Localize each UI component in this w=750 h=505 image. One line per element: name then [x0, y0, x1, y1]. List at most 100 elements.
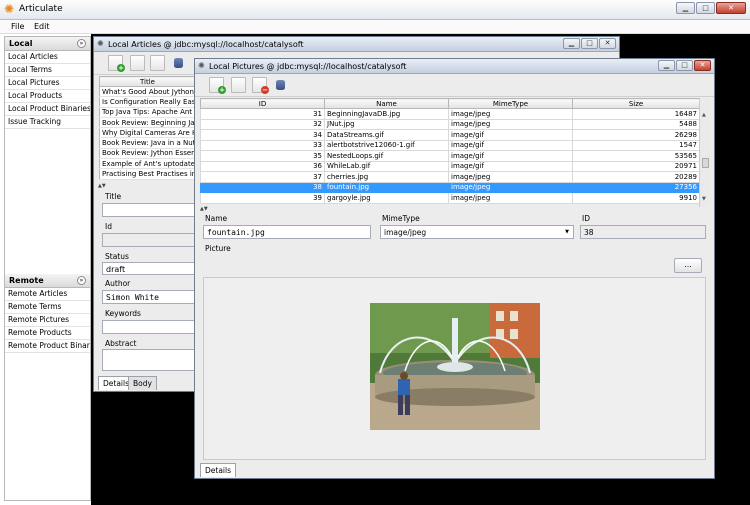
maximize-icon[interactable]: □ [581, 38, 598, 49]
table-row[interactable]: 31 BeginningJavaDB.jpg image/jpeg 16487 [200, 108, 700, 120]
table-row[interactable]: What's Good About Jython? [99, 86, 196, 98]
nav-item-local-product-binaries[interactable]: Local Product Binaries [5, 103, 90, 116]
keywords-field[interactable] [102, 320, 197, 334]
nav-item-local-products[interactable]: Local Products [5, 90, 90, 103]
cell-title: Top Java Tips: Apache Ant [99, 107, 196, 118]
table-row[interactable]: Practising Best Practises in Yo [99, 168, 196, 180]
database-icon[interactable] [171, 55, 186, 71]
abstract-field[interactable] [102, 349, 197, 371]
tab-body[interactable]: Body [128, 376, 157, 390]
table-scrollbar[interactable]: ▲ ▼ [699, 98, 710, 207]
table-row[interactable]: Is Configuration Really Easier [99, 96, 196, 108]
cell-title: Example of Ant's uptodate Ta [99, 158, 196, 170]
local-section-header[interactable]: Local » [5, 37, 90, 51]
label-status: Status [105, 252, 129, 261]
column-header-id[interactable]: ID [200, 98, 325, 109]
add-record-icon[interactable]: + [108, 55, 125, 72]
column-header-name[interactable]: Name [324, 98, 449, 109]
nav-item-local-pictures[interactable]: Local Pictures [5, 77, 90, 90]
document-icon[interactable] [231, 77, 246, 93]
table-row[interactable]: 37 cherries.jpg image/jpeg 20289 [200, 171, 700, 183]
database-icon[interactable] [273, 77, 288, 93]
chevron-down-icon[interactable]: » [77, 276, 86, 285]
cell-id: 32 [200, 118, 325, 130]
remote-section-header[interactable]: Remote » [5, 274, 90, 288]
cell-title: Book Review: Jython Essential [99, 148, 196, 160]
menu-bar: File Edit [0, 20, 750, 34]
id-field [102, 233, 197, 247]
delete-record-icon[interactable]: − [252, 77, 269, 94]
title-field[interactable] [102, 203, 197, 217]
table-row[interactable]: Book Review: Jython Essential [99, 148, 196, 160]
nav-item-remote-terms[interactable]: Remote Terms [5, 301, 90, 314]
close-icon[interactable]: ✕ [694, 60, 711, 71]
mimetype-value: image/jpeg [384, 228, 427, 237]
document-icon[interactable] [150, 55, 165, 71]
table-row[interactable]: 34 DataStreams.gif image/gif 26298 [200, 129, 700, 141]
close-icon[interactable]: ✕ [599, 38, 616, 49]
column-header-title[interactable]: Title [99, 76, 196, 87]
table-row[interactable]: 32 JNut.jpg image/jpeg 5488 [200, 118, 700, 130]
cell-size: 27356 [572, 181, 700, 193]
table-row[interactable]: Top Java Tips: Apache Ant [99, 107, 196, 118]
menu-file[interactable]: File [11, 22, 24, 31]
nav-item-remote-pictures[interactable]: Remote Pictures [5, 314, 90, 327]
table-row[interactable]: Book Review: Java in a Nutsh [99, 137, 196, 149]
browse-button[interactable]: ... [674, 258, 702, 273]
cell-mimetype: image/jpeg [448, 118, 573, 130]
cell-mimetype: image/gif [448, 129, 573, 141]
name-field[interactable]: fountain.jpg [203, 225, 371, 239]
table-row[interactable]: Why Digital Cameras Are Here [99, 127, 196, 139]
minimize-icon[interactable]: ▁ [563, 38, 580, 49]
label-picture: Picture [205, 244, 231, 253]
nav-item-remote-articles[interactable]: Remote Articles [5, 288, 90, 301]
nav-item-local-terms[interactable]: Local Terms [5, 64, 90, 77]
cell-size: 20289 [572, 171, 700, 183]
table-row[interactable]: 35 NestedLoops.gif image/gif 53565 [200, 150, 700, 162]
cell-name: gargoyle.jpg [324, 192, 449, 204]
maximize-icon[interactable]: □ [696, 2, 715, 14]
articles-title-bar[interactable]: ✺ Local Articles @ jdbc:mysql://localhos… [94, 37, 619, 52]
table-row[interactable]: 39 gargoyle.jpg image/jpeg 9910 [200, 192, 700, 204]
table-row[interactable]: Book Review: Beginning Java [99, 117, 196, 129]
split-arrows-icon[interactable]: ▲▼ [98, 183, 106, 189]
table-row[interactable]: Example of Ant's uptodate Ta [99, 158, 196, 170]
scroll-up-icon[interactable]: ▲ [702, 112, 706, 118]
column-header-size[interactable]: Size [572, 98, 700, 109]
nav-item-local-articles[interactable]: Local Articles [5, 51, 90, 64]
local-pictures-window: ✺ Local Pictures @ jdbc:mysql://localhos… [194, 58, 715, 479]
chevron-down-icon[interactable]: » [77, 39, 86, 48]
minimize-icon[interactable]: ▁ [658, 60, 675, 71]
mimetype-select[interactable]: image/jpeg ▼ [380, 225, 574, 239]
scroll-down-icon[interactable]: ▼ [702, 196, 706, 202]
table-row[interactable]: 38 fountain.jpg image/jpeg 27356 [200, 181, 700, 193]
split-arrows-icon[interactable]: ▲▼ [200, 206, 208, 212]
pictures-window-controls: ▁ □ ✕ [658, 60, 711, 71]
fountain-photo [370, 303, 540, 430]
nav-item-remote-products[interactable]: Remote Products [5, 327, 90, 340]
maximize-icon[interactable]: □ [676, 60, 693, 71]
document-icon[interactable] [130, 55, 145, 71]
column-header-mimetype[interactable]: MimeType [448, 98, 573, 109]
cell-title: Is Configuration Really Easier [99, 96, 196, 108]
nav-item-issue-tracking[interactable]: Issue Tracking [5, 116, 90, 129]
nav-item-remote-product-binaries[interactable]: Remote Product Binaries [5, 340, 90, 353]
menu-edit[interactable]: Edit [34, 22, 50, 31]
label-keywords: Keywords [105, 309, 141, 318]
pictures-title-bar[interactable]: ✺ Local Pictures @ jdbc:mysql://localhos… [195, 59, 714, 74]
table-row[interactable]: 33 alertbotstrive12060-1.gif image/gif 1547 [200, 139, 700, 151]
minimize-icon[interactable]: ▁ [676, 2, 695, 14]
tab-details[interactable]: Details [200, 463, 237, 477]
cell-name: NestedLoops.gif [324, 150, 449, 162]
remote-block: Remote » Remote Articles Remote Terms Re… [5, 274, 90, 353]
author-field[interactable]: Simon White [102, 290, 197, 304]
close-icon[interactable]: ✕ [716, 2, 746, 14]
cell-title: Why Digital Cameras Are Here [99, 127, 196, 139]
cell-mimetype: image/jpeg [448, 192, 573, 204]
label-abstract: Abstract [105, 339, 137, 348]
status-field[interactable]: draft [102, 262, 197, 275]
add-record-icon[interactable]: + [209, 77, 226, 94]
asterisk-icon: ✺ [198, 61, 205, 70]
scroll-thumb[interactable] [702, 158, 709, 168]
table-row[interactable]: 36 WhileLab.gif image/gif 20971 [200, 160, 700, 172]
